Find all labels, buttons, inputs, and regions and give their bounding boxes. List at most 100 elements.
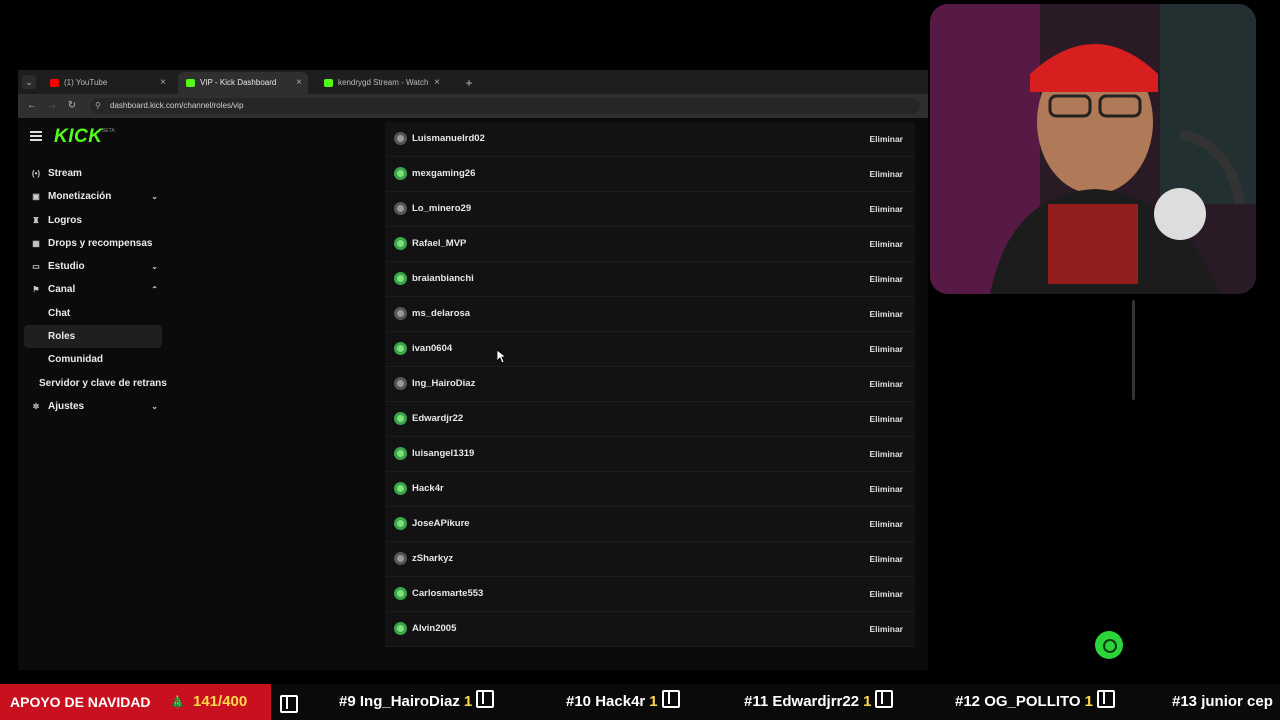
vip-username[interactable]: Hack4r	[412, 472, 444, 506]
vip-username[interactable]: Lo_minero29	[412, 192, 471, 226]
tab-kendrygd-stream[interactable]: kendrygd Stream - Watch Live ... ×	[316, 72, 446, 94]
vip-username[interactable]: Edwardjr22	[412, 402, 463, 436]
vip-username[interactable]: JoseAPikure	[412, 507, 470, 541]
promo-title: APOYO DE NAVIDAD	[10, 694, 151, 710]
sidebar-item-label: Roles	[48, 331, 76, 343]
sidebar-item-ajustes[interactable]: ✲ Ajustes ⌄	[24, 395, 162, 418]
remove-vip-button[interactable]: Eliminar	[869, 472, 903, 506]
gear-icon: ✲	[32, 401, 40, 411]
count: 1	[863, 693, 872, 710]
gift-icon	[1096, 690, 1115, 708]
remove-vip-button[interactable]: Eliminar	[869, 122, 903, 156]
remove-vip-button[interactable]: Eliminar	[869, 437, 903, 471]
scrollbar[interactable]	[1132, 300, 1135, 400]
vip-row: Alvin2005 Eliminar	[385, 612, 915, 647]
avatar	[394, 447, 407, 460]
remove-vip-button[interactable]: Eliminar	[869, 612, 903, 646]
remove-vip-button[interactable]: Eliminar	[869, 507, 903, 541]
sidebar-item-label: Servidor y clave de retrans	[39, 377, 167, 389]
vip-username[interactable]: zSharkyz	[412, 542, 453, 576]
vip-username[interactable]: mexgaming26	[412, 157, 475, 191]
close-icon[interactable]: ×	[296, 72, 302, 94]
gift-icon	[476, 690, 495, 708]
close-icon[interactable]: ×	[160, 72, 166, 94]
vip-username[interactable]: Ing_HairoDiaz	[412, 367, 475, 401]
back-icon[interactable]: ←	[24, 98, 40, 114]
remove-vip-button[interactable]: Eliminar	[869, 577, 903, 611]
avatar	[394, 377, 407, 390]
rank: #9	[339, 693, 356, 710]
menu-icon[interactable]	[30, 131, 42, 141]
vip-username[interactable]: ms_delarosa	[412, 297, 470, 331]
vip-username[interactable]: ivan0604	[412, 332, 452, 366]
studio-icon: ▭	[32, 262, 40, 272]
vip-username[interactable]: Rafael_MVP	[412, 227, 466, 261]
remove-vip-button[interactable]: Eliminar	[869, 157, 903, 191]
sidebar-item-chat[interactable]: Chat	[24, 302, 162, 325]
sidebar-item-label: Comunidad	[48, 354, 103, 366]
kick-logo[interactable]: KICK	[54, 126, 102, 148]
kick-icon	[324, 79, 333, 87]
sidebar-item-monetizacion[interactable]: ▣ Monetización ⌄	[24, 185, 162, 208]
avatar	[394, 587, 407, 600]
vip-username[interactable]: Alvin2005	[412, 612, 456, 646]
broadcast-icon: (•)	[31, 169, 41, 178]
new-tab-button[interactable]: +	[460, 72, 478, 94]
avatar	[394, 517, 407, 530]
sidebar-item-canal[interactable]: ⚑ Canal ⌃	[24, 278, 162, 301]
wallet-icon: ▣	[32, 192, 40, 202]
remove-vip-button[interactable]: Eliminar	[869, 402, 903, 436]
vip-username[interactable]: Luismanuelrd02	[412, 122, 485, 156]
sidebar-item-label: Chat	[48, 307, 71, 319]
sidebar-item-estudio[interactable]: ▭ Estudio ⌄	[24, 255, 162, 278]
vip-row: JoseAPikure Eliminar	[385, 507, 915, 542]
vip-row: zSharkyz Eliminar	[385, 542, 915, 577]
sidebar-item-roles[interactable]: Roles	[24, 325, 162, 349]
browser-window: ⌄ (1) YouTube × VIP - Kick Dashboard × k…	[18, 70, 928, 670]
tab-vip-kick-dashboard[interactable]: VIP - Kick Dashboard ×	[178, 72, 308, 94]
sidebar-item-label: Monetización	[48, 191, 112, 203]
avatar	[394, 307, 407, 320]
close-icon[interactable]: ×	[434, 72, 440, 94]
vip-username[interactable]: braianbianchi	[412, 262, 474, 296]
kick-icon	[186, 79, 195, 87]
sidebar-item-logros[interactable]: ♜ Logros	[24, 209, 162, 232]
ticker-entry: #9 Ing_HairoDiaz 1	[339, 684, 495, 720]
sidebar-item-label: Canal	[48, 284, 76, 296]
url-field[interactable]: ⚲ dashboard.kick.com/channel/roles/vip	[90, 98, 920, 114]
remove-vip-button[interactable]: Eliminar	[869, 332, 903, 366]
trophy-icon: ♜	[32, 215, 40, 225]
vip-row: Luismanuelrd02 Eliminar	[385, 122, 915, 157]
reload-icon[interactable]: ↻	[64, 98, 80, 114]
sidebar-item-servidor[interactable]: Servidor y clave de retrans	[24, 372, 167, 395]
remove-vip-button[interactable]: Eliminar	[869, 227, 903, 261]
sidebar-item-stream[interactable]: (•) Stream	[24, 162, 162, 185]
username: Edwardjrr22	[772, 693, 860, 710]
vip-username[interactable]: luisangel1319	[412, 437, 474, 471]
forward-icon[interactable]: →	[44, 98, 60, 114]
sidebar-item-drops[interactable]: ▦ Drops y recompensas	[24, 232, 162, 255]
remove-vip-button[interactable]: Eliminar	[869, 297, 903, 331]
tab-youtube[interactable]: (1) YouTube ×	[42, 72, 172, 94]
remove-vip-button[interactable]: Eliminar	[869, 192, 903, 226]
rank: #13	[1172, 693, 1198, 710]
vip-row: ivan0604 Eliminar	[385, 332, 915, 367]
vip-username[interactable]: Carlosmarte553	[412, 577, 483, 611]
tab-label: VIP - Kick Dashboard	[200, 78, 277, 87]
remove-vip-button[interactable]: Eliminar	[869, 367, 903, 401]
sidebar-item-comunidad[interactable]: Comunidad	[24, 348, 162, 371]
site-info-icon[interactable]: ⚲	[95, 98, 101, 114]
remove-vip-button[interactable]: Eliminar	[869, 542, 903, 576]
sidebar-item-label: Drops y recompensas	[48, 237, 153, 249]
youtube-icon	[50, 79, 59, 87]
username: OG_POLLITO	[984, 693, 1081, 710]
christmas-goal-banner: APOYO DE NAVIDAD 🎄 141/400	[0, 684, 271, 720]
remove-vip-button[interactable]: Eliminar	[869, 262, 903, 296]
tab-search-dropdown[interactable]: ⌄	[22, 75, 36, 89]
avatar	[394, 272, 407, 285]
avatar	[394, 482, 407, 495]
count: 1	[463, 693, 473, 710]
rank: #11	[744, 693, 769, 710]
vip-row: Edwardjr22 Eliminar	[385, 402, 915, 437]
help-chat-button[interactable]	[1095, 631, 1123, 659]
